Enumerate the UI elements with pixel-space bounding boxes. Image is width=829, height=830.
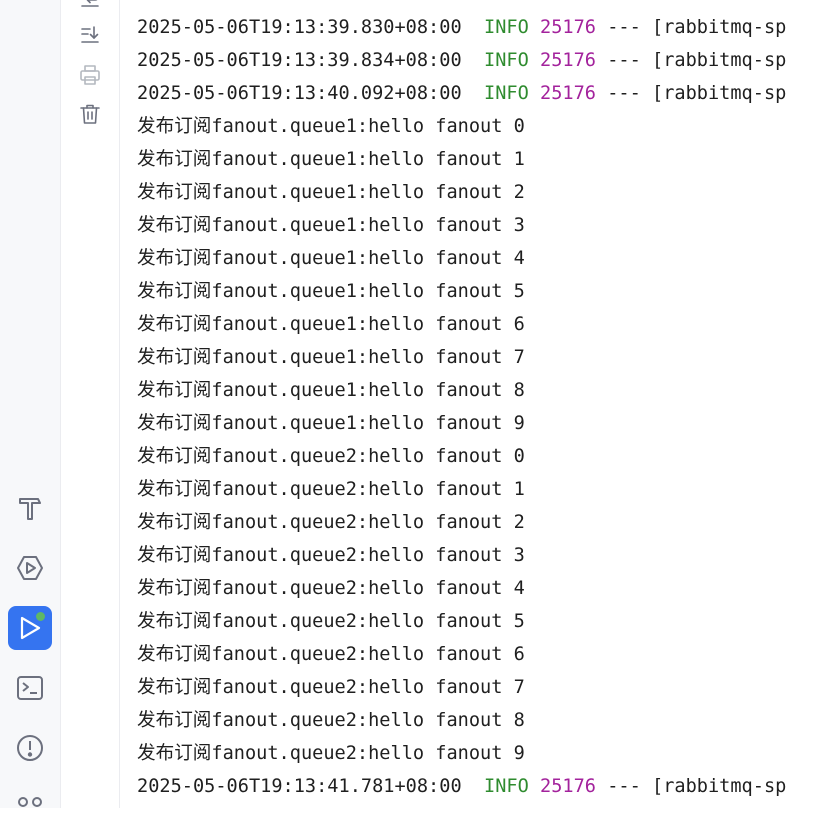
message-text: fanout.queue2:hello fanout 2 [211,512,525,533]
message-prefix: 发布订阅 [137,479,212,500]
log-timestamp: 2025-05-06T19:13:40.092+08:00 [137,83,462,104]
message-line: 发布订阅fanout.queue2:hello fanout 4 [137,572,829,605]
log-pid: 25176 [540,83,596,104]
log-level: INFO [484,83,529,104]
message-text: fanout.queue1:hello fanout 6 [211,314,525,335]
log-pid: 25176 [540,17,596,38]
log-separator: --- [607,776,641,797]
message-line: 发布订阅fanout.queue1:hello fanout 9 [137,407,829,440]
message-text: fanout.queue2:hello fanout 4 [211,578,525,599]
log-separator: --- [607,83,641,104]
message-line: 发布订阅fanout.queue2:hello fanout 0 [137,440,829,473]
log-thread: [rabbitmq-sp [652,776,787,797]
clear-all-icon[interactable] [78,102,102,126]
message-text: fanout.queue1:hello fanout 2 [211,182,525,203]
services-icon[interactable] [8,546,52,590]
message-line: 发布订阅fanout.queue1:hello fanout 0 [137,110,829,143]
run-icon[interactable] [8,606,52,650]
message-line: 发布订阅fanout.queue1:hello fanout 6 [137,308,829,341]
message-line: 发布订阅fanout.queue1:hello fanout 1 [137,143,829,176]
log-line: 2025-05-06T19:13:41.781+08:00 INFO 25176… [137,770,829,803]
message-prefix: 发布订阅 [137,644,212,665]
log-pid: 25176 [540,50,596,71]
terminal-icon[interactable] [8,666,52,710]
message-line: 发布订阅fanout.queue2:hello fanout 3 [137,539,829,572]
log-line: 2025-05-06T19:13:40.092+08:00 INFO 25176… [137,77,829,110]
message-text: fanout.queue1:hello fanout 3 [211,215,525,236]
message-prefix: 发布订阅 [137,413,212,434]
message-text: fanout.queue1:hello fanout 4 [211,248,525,269]
message-prefix: 发布订阅 [137,281,212,302]
build-icon[interactable] [8,486,52,530]
message-line: 发布订阅fanout.queue2:hello fanout 8 [137,704,829,737]
log-timestamp: 2025-05-06T19:13:39.834+08:00 [137,50,462,71]
message-prefix: 发布订阅 [137,248,212,269]
message-line: 发布订阅fanout.queue2:hello fanout 1 [137,473,829,506]
message-line: 发布订阅fanout.queue1:hello fanout 4 [137,242,829,275]
log-line: 2025-05-06T19:13:39.834+08:00 INFO 25176… [137,44,829,77]
message-text: fanout.queue2:hello fanout 8 [211,710,525,731]
log-pid: 25176 [540,776,596,797]
log-line: 2025-05-06T19:13:39.830+08:00 INFO 25176… [137,11,829,44]
message-prefix: 发布订阅 [137,347,212,368]
message-prefix: 发布订阅 [137,677,212,698]
message-prefix: 发布订阅 [137,446,212,467]
message-line: 发布订阅fanout.queue2:hello fanout 7 [137,671,829,704]
message-text: fanout.queue2:hello fanout 1 [211,479,525,500]
message-text: fanout.queue1:hello fanout 8 [211,380,525,401]
message-text: fanout.queue2:hello fanout 9 [211,743,525,764]
message-text: fanout.queue2:hello fanout 5 [211,611,525,632]
message-line: 发布订阅fanout.queue1:hello fanout 2 [137,176,829,209]
message-text: fanout.queue2:hello fanout 6 [211,644,525,665]
message-line: 发布订阅fanout.queue1:hello fanout 7 [137,341,829,374]
running-status-dot [35,611,46,622]
message-prefix: 发布订阅 [137,512,212,533]
log-separator: --- [607,50,641,71]
message-prefix: 发布订阅 [137,611,212,632]
log-thread: [rabbitmq-sp [652,17,787,38]
message-line: 发布订阅fanout.queue1:hello fanout 5 [137,275,829,308]
message-prefix: 发布订阅 [137,116,212,137]
tool-window-bar [0,0,61,808]
message-text: fanout.queue2:hello fanout 3 [211,545,525,566]
log-thread: [rabbitmq-sp [652,50,787,71]
message-prefix: 发布订阅 [137,314,212,335]
log-level: INFO [484,776,529,797]
scroll-to-end-icon[interactable] [78,23,102,47]
log-separator: --- [607,17,641,38]
log-timestamp: 2025-05-06T19:13:41.781+08:00 [137,776,462,797]
message-text: fanout.queue1:hello fanout 5 [211,281,525,302]
message-prefix: 发布订阅 [137,380,212,401]
print-icon[interactable] [78,63,102,87]
message-text: fanout.queue1:hello fanout 0 [211,116,525,137]
message-line: 发布订阅fanout.queue2:hello fanout 6 [137,638,829,671]
console-toolbar [61,0,120,808]
message-text: fanout.queue1:hello fanout 9 [211,413,525,434]
message-line: 发布订阅fanout.queue1:hello fanout 3 [137,209,829,242]
message-prefix: 发布订阅 [137,149,212,170]
message-prefix: 发布订阅 [137,215,212,236]
message-prefix: 发布订阅 [137,578,212,599]
log-level: INFO [484,17,529,38]
log-level: INFO [484,50,529,71]
message-line: 发布订阅fanout.queue1:hello fanout 8 [137,374,829,407]
message-prefix: 发布订阅 [137,545,212,566]
message-line: 发布订阅fanout.queue2:hello fanout 2 [137,506,829,539]
version-control-icon[interactable] [8,786,52,830]
message-text: fanout.queue1:hello fanout 7 [211,347,525,368]
console-output[interactable]: 2025-05-06T19:13:39.830+08:00 INFO 25176… [120,0,829,808]
message-text: fanout.queue1:hello fanout 1 [211,149,525,170]
problems-icon[interactable] [8,726,52,770]
message-prefix: 发布订阅 [137,710,212,731]
message-prefix: 发布订阅 [137,182,212,203]
soft-wrap-icon[interactable] [78,0,102,10]
message-line: 发布订阅fanout.queue2:hello fanout 5 [137,605,829,638]
console-input-line[interactable] [137,803,829,808]
message-text: fanout.queue2:hello fanout 7 [211,677,525,698]
log-thread: [rabbitmq-sp [652,83,787,104]
message-text: fanout.queue2:hello fanout 0 [211,446,525,467]
message-prefix: 发布订阅 [137,743,212,764]
log-timestamp: 2025-05-06T19:13:39.830+08:00 [137,17,462,38]
message-line: 发布订阅fanout.queue2:hello fanout 9 [137,737,829,770]
